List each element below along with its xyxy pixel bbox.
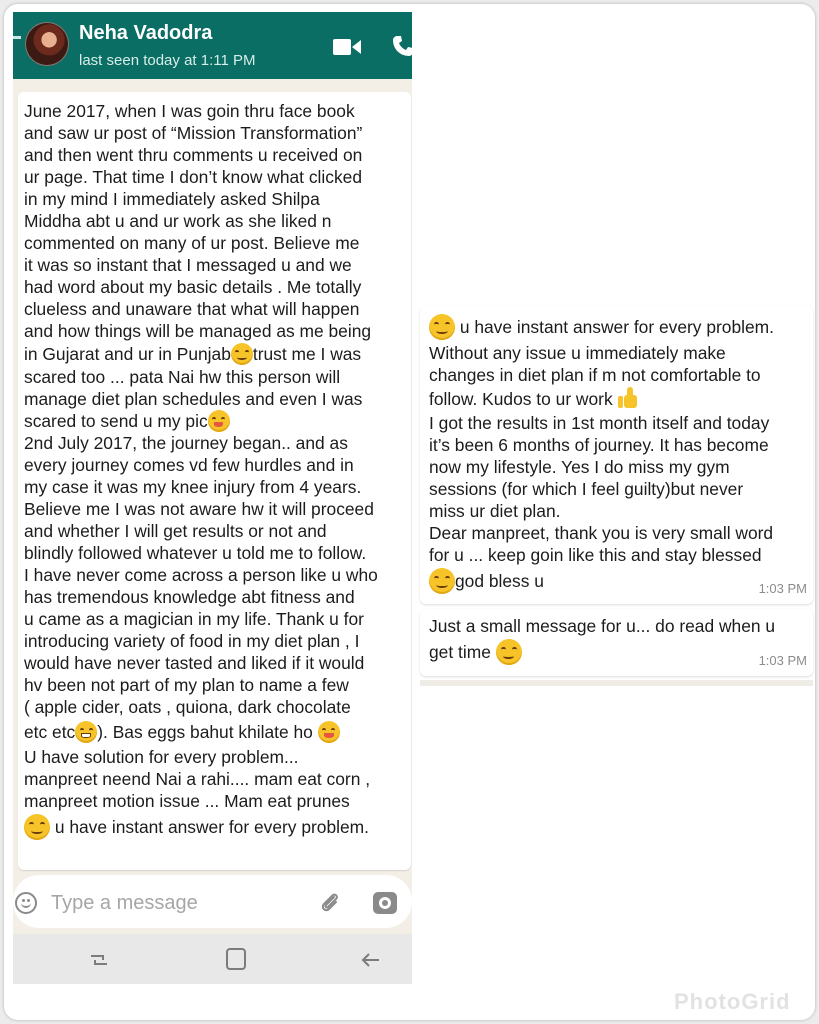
message-timestamp: 1:03 PM xyxy=(758,581,807,596)
incoming-message-bubble[interactable]: Just a small message for u... do read wh… xyxy=(420,609,813,676)
message-line: now my lifestyle. Yes I do miss my gym xyxy=(429,457,730,477)
back-icon[interactable] xyxy=(359,948,383,972)
message-line: and then went thru comments u received o… xyxy=(24,145,363,165)
message-line: ( apple cider, oats , quiona, dark choco… xyxy=(24,697,351,717)
message-text: etc etc xyxy=(24,722,76,742)
message-line: etc etc ). Bas eggs bahut khilate ho xyxy=(24,718,405,746)
message-line: in Gujarat and ur in Punjab trust me I wa… xyxy=(24,342,405,366)
android-nav-bar xyxy=(13,934,412,984)
message-line: 2nd July 2017, the journey began.. and a… xyxy=(24,433,348,453)
incoming-message-bubble[interactable]: u have instant answer for every problem.… xyxy=(420,306,813,604)
message-line: June 2017, when I was goin thru face boo… xyxy=(24,101,355,121)
message-line: and whether I will get results or not an… xyxy=(24,521,327,541)
message-line: would have never tasted and liked if it … xyxy=(24,653,365,673)
message-text: god bless u xyxy=(455,571,544,591)
message-text: in Gujarat and ur in Punjab xyxy=(24,344,231,364)
message-line: Without any issue u immediately make xyxy=(429,343,726,363)
message-line: I got the results in 1st month itself an… xyxy=(429,413,770,433)
camera-icon[interactable] xyxy=(373,892,397,914)
left-chat-screen: Neha Vadodra last seen today at 1:11 PM … xyxy=(13,12,412,984)
back-arrow-icon[interactable] xyxy=(13,36,21,39)
message-line: in my mind I immediately asked Shilpa xyxy=(24,189,320,209)
winking-tongue-emoji-icon xyxy=(317,721,340,743)
message-line: I have never come across a person like u… xyxy=(24,565,378,585)
chat-background-strip xyxy=(420,680,813,686)
message-line: god bless u xyxy=(429,566,805,596)
message-line: blindly followed whatever u told me to f… xyxy=(24,543,367,563)
message-line: hv been not part of my plan to name a fe… xyxy=(24,675,349,695)
smiling-emoji-icon xyxy=(429,568,455,594)
message-text: trust me I was xyxy=(252,344,362,364)
smiley-icon[interactable] xyxy=(15,892,37,914)
message-line: Just a small message for u... do read wh… xyxy=(429,616,776,636)
message-line: clueless and unaware that what will happ… xyxy=(24,299,360,319)
message-line: scared to send u my pic xyxy=(24,410,405,432)
winking-tongue-emoji-icon xyxy=(207,410,230,432)
message-line: every journey comes vd few hurdles and i… xyxy=(24,455,354,475)
paperclip-icon[interactable] xyxy=(318,891,342,915)
message-timestamp: 1:03 PM xyxy=(758,653,807,668)
message-line: it was so instant that I messaged u and … xyxy=(24,255,352,275)
message-line: manage diet plan schedules and even I wa… xyxy=(24,389,363,409)
message-text: get time xyxy=(429,642,496,662)
message-line: for u ... keep goin like this and stay b… xyxy=(429,545,762,565)
message-line: changes in diet plan if m not comfortabl… xyxy=(429,365,761,385)
message-line: commented on many of ur post. Believe me xyxy=(24,233,360,253)
home-icon[interactable] xyxy=(226,948,246,970)
watermark: PhotoGrid xyxy=(674,989,791,1014)
message-line: u came as a magician in my life. Thank u… xyxy=(24,609,364,629)
message-line: has tremendous knowledge abt fitness and xyxy=(24,587,355,607)
last-seen-status: last seen today at 1:11 PM xyxy=(79,52,256,69)
message-line: and how things will be managed as me bei… xyxy=(24,321,372,341)
message-line: Dear manpreet, thank you is very small w… xyxy=(429,523,774,543)
smiling-emoji-icon xyxy=(429,314,455,340)
message-line: U have solution for every problem... xyxy=(24,747,299,767)
grinning-emoji-icon xyxy=(75,721,98,743)
message-text: u have instant answer for every problem. xyxy=(455,317,774,337)
message-line: had word about my basic details . Me tot… xyxy=(24,277,362,297)
smiling-emoji-icon xyxy=(495,639,522,665)
thumbs-up-icon xyxy=(617,387,640,409)
message-line: ur page. That time I don’t know what cli… xyxy=(24,167,363,187)
message-line: u have instant answer for every problem. xyxy=(24,812,405,842)
chat-header[interactable]: Neha Vadodra last seen today at 1:11 PM xyxy=(13,12,412,79)
message-line: manpreet neend Nai a rahi.... mam eat co… xyxy=(24,769,371,789)
video-camera-icon[interactable] xyxy=(333,38,361,56)
contact-name[interactable]: Neha Vadodra xyxy=(79,22,212,45)
message-line: miss ur diet plan. xyxy=(429,501,561,521)
message-line: follow. Kudos to ur work xyxy=(429,386,805,412)
phone-icon[interactable] xyxy=(391,34,412,58)
message-input[interactable] xyxy=(51,889,271,917)
message-line: my case it was my knee injury from 4 yea… xyxy=(24,477,362,497)
message-text: u have instant answer for every problem. xyxy=(50,817,369,837)
message-line: get time xyxy=(429,637,805,667)
message-line: u have instant answer for every problem. xyxy=(429,312,805,342)
message-input-bar xyxy=(13,875,412,928)
message-line: and saw ur post of “Mission Transformati… xyxy=(24,123,363,143)
message-text: ). Bas eggs bahut khilate ho xyxy=(97,722,313,742)
avatar[interactable] xyxy=(25,22,69,66)
message-line: it’s been 6 months of journey. It has be… xyxy=(429,435,769,455)
collage-frame: Neha Vadodra last seen today at 1:11 PM … xyxy=(4,4,815,1020)
message-line: Believe me I was not aware hw it will pr… xyxy=(24,499,374,519)
recent-apps-icon[interactable] xyxy=(88,949,110,971)
message-line: sessions (for which I feel guilty)but ne… xyxy=(429,479,744,499)
message-line: manpreet motion issue ... Mam eat prunes xyxy=(24,791,350,811)
message-line: scared too ... pata Nai hw this person w… xyxy=(24,367,341,387)
smiling-emoji-icon xyxy=(24,814,50,840)
incoming-message-bubble[interactable]: June 2017, when I was goin thru face boo… xyxy=(18,92,411,870)
smiling-emoji-icon xyxy=(230,343,253,365)
message-text: follow. Kudos to ur work xyxy=(429,389,618,409)
message-text: scared to send u my pic xyxy=(24,411,208,431)
message-line: Middha abt u and ur work as she liked n xyxy=(24,211,332,231)
message-line: introducing variety of food in my diet p… xyxy=(24,631,360,651)
